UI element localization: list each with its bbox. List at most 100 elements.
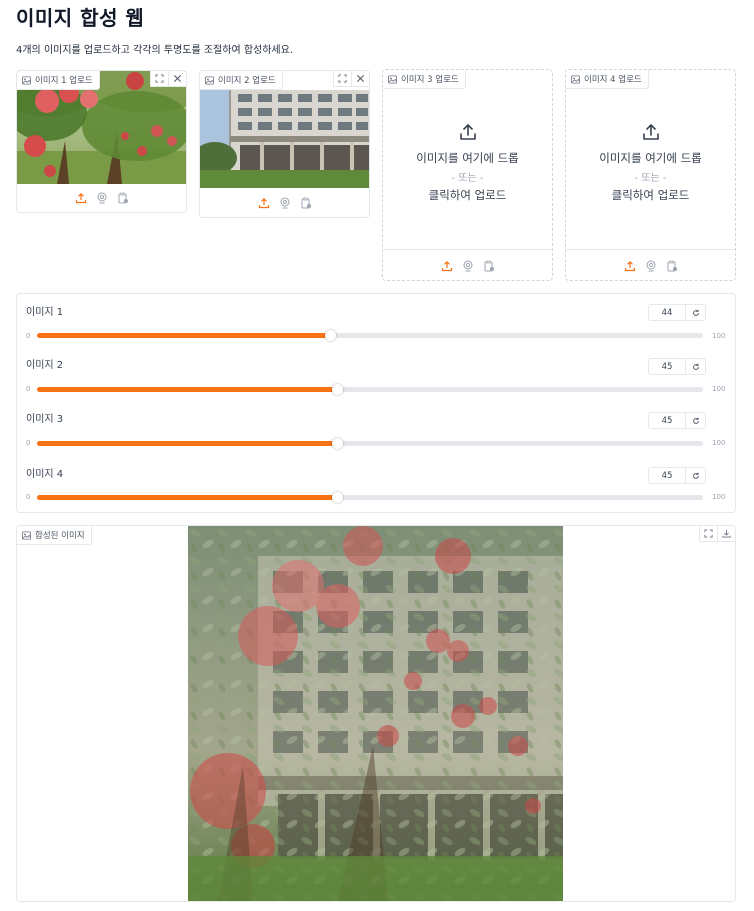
- image-icon: [22, 75, 31, 85]
- download-button[interactable]: [717, 526, 735, 542]
- upload-icon: [642, 124, 659, 140]
- upload-icon[interactable]: [624, 260, 636, 272]
- slider-max: 100: [712, 439, 726, 447]
- slider-label: 이미지 1: [26, 307, 64, 318]
- slider-min: 0: [26, 385, 31, 393]
- fullscreen-button[interactable]: [333, 71, 351, 87]
- reset-button[interactable]: [685, 413, 705, 428]
- drop-text: 이미지를 여기에 드롭: [599, 151, 702, 165]
- slider-group: 이미지 4 45 0 100: [17, 456, 735, 510]
- image-upload-4[interactable]: 이미지 4 업로드 이미지를 여기에 드롭 - 또는 - 클릭하여 업로드: [565, 69, 736, 281]
- opacity-value[interactable]: 45: [649, 416, 685, 426]
- reset-button[interactable]: [685, 468, 705, 483]
- upload-icon: [459, 124, 476, 140]
- drop-zone[interactable]: 이미지를 여기에 드롭 - 또는 - 클릭하여 업로드: [383, 70, 552, 250]
- slider-max: 100: [712, 493, 726, 501]
- reset-button[interactable]: [685, 305, 705, 320]
- fullscreen-button[interactable]: [150, 71, 168, 87]
- close-icon: [173, 74, 182, 83]
- click-upload-text: 클릭하여 업로드: [611, 188, 690, 202]
- reset-icon: [692, 309, 699, 316]
- opacity-number-input[interactable]: 44: [648, 304, 706, 321]
- opacity-number-input[interactable]: 45: [648, 412, 706, 429]
- upload-label-text: 이미지 1 업로드: [35, 76, 93, 86]
- reset-button[interactable]: [685, 359, 705, 374]
- opacity-slider[interactable]: [37, 438, 703, 449]
- opacity-value[interactable]: 44: [649, 308, 685, 318]
- slider-group: 이미지 1 44 0 100: [17, 294, 735, 348]
- slider-min: 0: [26, 493, 31, 501]
- slider-min: 0: [26, 332, 31, 340]
- drop-zone[interactable]: 이미지를 여기에 드롭 - 또는 - 클릭하여 업로드: [566, 70, 735, 250]
- reset-icon: [692, 363, 699, 370]
- page-title: 이미지 합성 웹: [16, 6, 145, 30]
- slider-handle[interactable]: [331, 492, 343, 503]
- webcam-icon[interactable]: [645, 260, 657, 272]
- upload-label-2: 이미지 2 업로드: [200, 71, 283, 90]
- clipboard-icon[interactable]: [117, 192, 129, 204]
- image-upload-1[interactable]: 이미지 1 업로드: [16, 70, 187, 213]
- upload-label-text: 이미지 2 업로드: [218, 76, 276, 86]
- slider-label: 이미지 4: [26, 469, 64, 480]
- slider-fill: [37, 387, 337, 392]
- slider-max: 100: [712, 332, 726, 340]
- clipboard-icon[interactable]: [666, 260, 678, 272]
- opacity-slider[interactable]: [37, 492, 703, 503]
- page-subtitle: 4개의 이미지를 업로드하고 각각의 투명도를 조절하여 합성하세요.: [16, 45, 294, 56]
- reset-icon: [692, 417, 699, 424]
- clipboard-icon[interactable]: [483, 260, 495, 272]
- upload-label-1: 이미지 1 업로드: [17, 71, 100, 90]
- image-icon: [205, 75, 214, 85]
- fullscreen-button[interactable]: [699, 526, 717, 542]
- opacity-slider[interactable]: [37, 330, 703, 341]
- clear-image-button[interactable]: [351, 71, 369, 87]
- clear-image-button[interactable]: [168, 71, 186, 87]
- upload-label-text: 이미지 4 업로드: [584, 75, 642, 85]
- download-icon: [722, 529, 731, 538]
- opacity-number-input[interactable]: 45: [648, 358, 706, 375]
- output-image-panel: 합성된 이미지: [16, 525, 736, 902]
- reset-icon: [692, 472, 699, 479]
- opacity-value[interactable]: 45: [649, 471, 685, 481]
- image-upload-3[interactable]: 이미지 3 업로드 이미지를 여기에 드롭 - 또는 - 클릭하여 업로드: [382, 69, 553, 281]
- image-icon: [22, 530, 31, 540]
- slider-fill: [37, 495, 337, 500]
- slider-min: 0: [26, 439, 31, 447]
- image-icon: [571, 74, 580, 84]
- fullscreen-icon: [338, 74, 347, 83]
- slider-fill: [37, 441, 337, 446]
- upload-label-text: 이미지 3 업로드: [401, 75, 459, 85]
- slider-group: 이미지 2 45 0 100: [17, 348, 735, 402]
- opacity-slider[interactable]: [37, 384, 703, 395]
- drop-or: - 또는 -: [634, 173, 667, 184]
- opacity-sliders-panel: 이미지 1 44 0 100 이미지 2 45 0 100 이미지 3 45 0: [16, 293, 736, 513]
- opacity-value[interactable]: 45: [649, 362, 685, 372]
- webcam-icon[interactable]: [96, 192, 108, 204]
- slider-fill: [37, 333, 331, 338]
- output-label-text: 합성된 이미지: [35, 531, 85, 541]
- opacity-number-input[interactable]: 45: [648, 467, 706, 484]
- output-label: 합성된 이미지: [17, 526, 92, 545]
- upload-label-3: 이미지 3 업로드: [383, 70, 466, 89]
- click-upload-text: 클릭하여 업로드: [428, 188, 507, 202]
- webcam-icon[interactable]: [462, 260, 474, 272]
- clipboard-icon[interactable]: [300, 197, 312, 209]
- fullscreen-icon: [704, 529, 713, 538]
- fullscreen-icon: [155, 74, 164, 83]
- uploaded-image-2: [200, 90, 369, 188]
- upload-icon[interactable]: [441, 260, 453, 272]
- slider-handle[interactable]: [331, 438, 343, 449]
- upload-icon[interactable]: [75, 192, 87, 204]
- image-upload-2[interactable]: 이미지 2 업로드: [199, 70, 370, 218]
- slider-label: 이미지 3: [26, 414, 64, 425]
- slider-max: 100: [712, 385, 726, 393]
- slider-handle[interactable]: [325, 330, 337, 341]
- drop-or: - 또는 -: [451, 173, 484, 184]
- slider-label: 이미지 2: [26, 360, 64, 371]
- webcam-icon[interactable]: [279, 197, 291, 209]
- upload-icon[interactable]: [258, 197, 270, 209]
- composite-image: [188, 526, 563, 901]
- slider-group: 이미지 3 45 0 100: [17, 402, 735, 456]
- drop-text: 이미지를 여기에 드롭: [416, 151, 519, 165]
- slider-handle[interactable]: [331, 384, 343, 395]
